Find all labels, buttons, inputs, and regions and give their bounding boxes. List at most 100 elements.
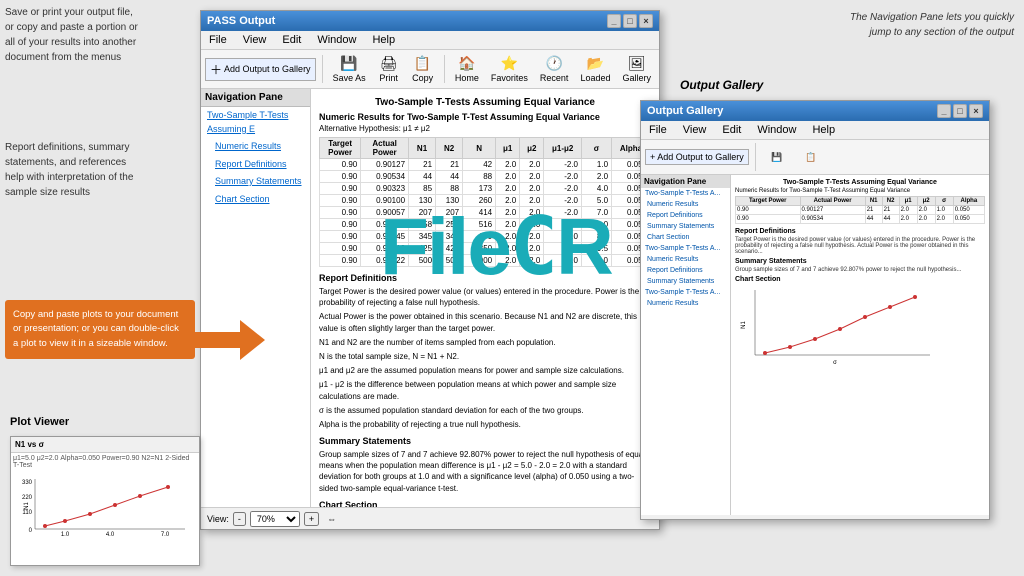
window-controls[interactable]: _ □ × [607, 14, 653, 28]
table-cell: 414 [463, 207, 496, 219]
report-def-item: Actual Power is the power obtained in th… [319, 311, 651, 333]
gallery-close[interactable]: × [969, 104, 983, 118]
orange-arrow-icon [195, 320, 265, 360]
gallery-controls[interactable]: _ □ × [937, 104, 983, 118]
table-cell: 850 [463, 243, 496, 255]
plot-viewer-chart: 0 110 220 330 1.0 4.0 7.0 N1 [11, 471, 199, 541]
gallery-chart-heading: Chart Section [735, 276, 985, 283]
zoom-out-button[interactable]: - [233, 512, 246, 526]
table-cell: 2.0 [520, 195, 544, 207]
gallery-content: Navigation Pane Two-Sample T-Tests A... … [641, 175, 989, 515]
print-button[interactable]: 🖨 Print [374, 53, 404, 85]
table-cell: 345 [409, 231, 436, 243]
table-cell: 0.90 [320, 171, 361, 183]
gallery-nav-sub-5[interactable]: Numeric Results [641, 254, 730, 265]
favorites-button[interactable]: ⭐ Favorites [487, 53, 532, 85]
gallery-menu-window[interactable]: Window [753, 123, 800, 137]
gallery-maximize[interactable]: □ [953, 104, 967, 118]
table-cell: 2.0 [520, 171, 544, 183]
menu-bar: File View Edit Window Help [201, 31, 659, 50]
table-row: 0.900.900572072074142.02.0-2.07.00.050 [320, 207, 651, 219]
fit-button[interactable]: ⇔ [327, 514, 336, 524]
table-cell: 2.0 [496, 219, 520, 231]
output-subtitle: Numeric Results for Two-Sample T-Test As… [319, 112, 651, 122]
table-row: 0.900.905344444882.02.0-2.02.00.050 [320, 171, 651, 183]
gallery-menu-help[interactable]: Help [808, 123, 839, 137]
gallery-report-def-text: Target Power is the desired power value … [735, 237, 985, 255]
home-button[interactable]: 🏠 Home [451, 53, 483, 85]
nav-item-3[interactable]: Summary Statements [201, 173, 310, 191]
gallery-nav-item-1[interactable]: Two-Sample T-Tests A... [641, 188, 730, 199]
table-row: 0.900.902124254258502.02.0-2.09.50.050 [320, 243, 651, 255]
gallery-nav-sub-7[interactable]: Summary Statements [641, 276, 730, 287]
table-cell: 8.5 [582, 231, 612, 243]
nav-item-4[interactable]: Chart Section [201, 191, 310, 209]
table-cell: 0.90 [320, 207, 361, 219]
recent-button[interactable]: 🕐 Recent [536, 53, 573, 85]
report-def-heading: Report Definitions [319, 273, 651, 283]
gallery-nav-sub-2[interactable]: Report Definitions [641, 210, 730, 221]
gallery-menu-bar: File View Edit Window Help [641, 121, 989, 140]
menu-window[interactable]: Window [313, 33, 360, 47]
gallery-menu-view[interactable]: View [679, 123, 711, 137]
table-cell: 10.0 [582, 255, 612, 267]
menu-edit[interactable]: Edit [278, 33, 305, 47]
report-def-item: μ1 - μ2 is the difference between popula… [319, 379, 651, 401]
menu-view[interactable]: View [239, 33, 271, 47]
table-cell: 2.0 [496, 183, 520, 195]
table-cell: 8.0 [582, 219, 612, 231]
results-table: TargetPower ActualPower N1 N2 N μ1 μ2 μ1… [319, 137, 651, 267]
add-to-gallery-button[interactable]: ＋ Add Output to Gallery [205, 58, 316, 81]
table-cell: 4.0 [582, 183, 612, 195]
gallery-menu-edit[interactable]: Edit [718, 123, 745, 137]
table-cell: 173 [463, 183, 496, 195]
orange-callout-box: Copy and paste plots to your document or… [5, 300, 195, 359]
gallery-nav-sub-6[interactable]: Report Definitions [641, 265, 730, 276]
report-def-item: σ is the assumed population standard dev… [319, 405, 651, 416]
gallery-label: Output Gallery [680, 78, 763, 92]
minimize-button[interactable]: _ [607, 14, 621, 28]
gallery-button[interactable]: 🖼 Gallery [618, 53, 655, 85]
gallery-nav-sub-1[interactable]: Numeric Results [641, 199, 730, 210]
gallery-copy-btn[interactable]: 📋 [796, 150, 826, 165]
loaded-button[interactable]: 📂 Loaded [576, 53, 614, 85]
maximize-button[interactable]: □ [623, 14, 637, 28]
gallery-minimize[interactable]: _ [937, 104, 951, 118]
gallery-nav-sub-3[interactable]: Summary Statements [641, 221, 730, 232]
toolbar: ＋ Add Output to Gallery 💾 Save As 🖨 Prin… [201, 50, 659, 89]
table-cell: 425 [436, 243, 463, 255]
plot-viewer-window: N1 vs σ μ1=5.0 μ2=2.0 Alpha=0.050 Power=… [10, 436, 200, 566]
table-cell: 0.90 [320, 231, 361, 243]
menu-file[interactable]: File [205, 33, 231, 47]
gallery-nav-item-2[interactable]: Two-Sample T-Tests A... [641, 243, 730, 254]
table-cell: 2.0 [496, 171, 520, 183]
nav-pane-title: Navigation Pane [201, 89, 310, 107]
svg-text:1.0: 1.0 [61, 532, 70, 538]
save-as-button[interactable]: 💾 Save As [329, 53, 370, 85]
gallery-nav-item-3[interactable]: Two-Sample T-Tests A... [641, 287, 730, 298]
gallery-add-button[interactable]: + Add Output to Gallery [645, 149, 749, 165]
table-cell: 2.0 [520, 159, 544, 171]
table-cell: 2.0 [520, 231, 544, 243]
zoom-select[interactable]: 70% 100% 150% [250, 511, 300, 527]
gallery-preview-table: Target Power Actual Power N1 N2 μ1 μ2 σ … [735, 196, 985, 224]
nav-item-1[interactable]: Numeric Results [201, 138, 310, 156]
table-cell: 130 [436, 195, 463, 207]
menu-help[interactable]: Help [368, 33, 399, 47]
zoom-in-button[interactable]: + [304, 512, 319, 526]
gallery-nav-sub-8[interactable]: Numeric Results [641, 298, 730, 309]
close-button[interactable]: × [639, 14, 653, 28]
nav-item-2[interactable]: Report Definitions [201, 156, 310, 174]
gallery-nav-sub-4[interactable]: Chart Section [641, 232, 730, 243]
output-content[interactable]: Two-Sample T-Tests Assuming Equal Varian… [311, 89, 659, 529]
gallery-preview[interactable]: Two-Sample T-Tests Assuming Equal Varian… [731, 175, 989, 515]
nav-item-0[interactable]: Two-Sample T-Tests Assuming E [201, 107, 310, 138]
gallery-save-btn[interactable]: 💾 [762, 150, 792, 165]
plot-viewer-subtitle: μ1=5.0 μ2=2.0 Alpha=0.050 Power=0.90 N2=… [11, 453, 199, 471]
toolbar-separator-2 [444, 55, 445, 83]
table-cell: 0.99022 [361, 255, 409, 267]
table-cell: 0.90 [320, 195, 361, 207]
table-cell: 0.90 [320, 183, 361, 195]
copy-button[interactable]: 📋 Copy [408, 53, 438, 85]
gallery-menu-file[interactable]: File [645, 123, 671, 137]
